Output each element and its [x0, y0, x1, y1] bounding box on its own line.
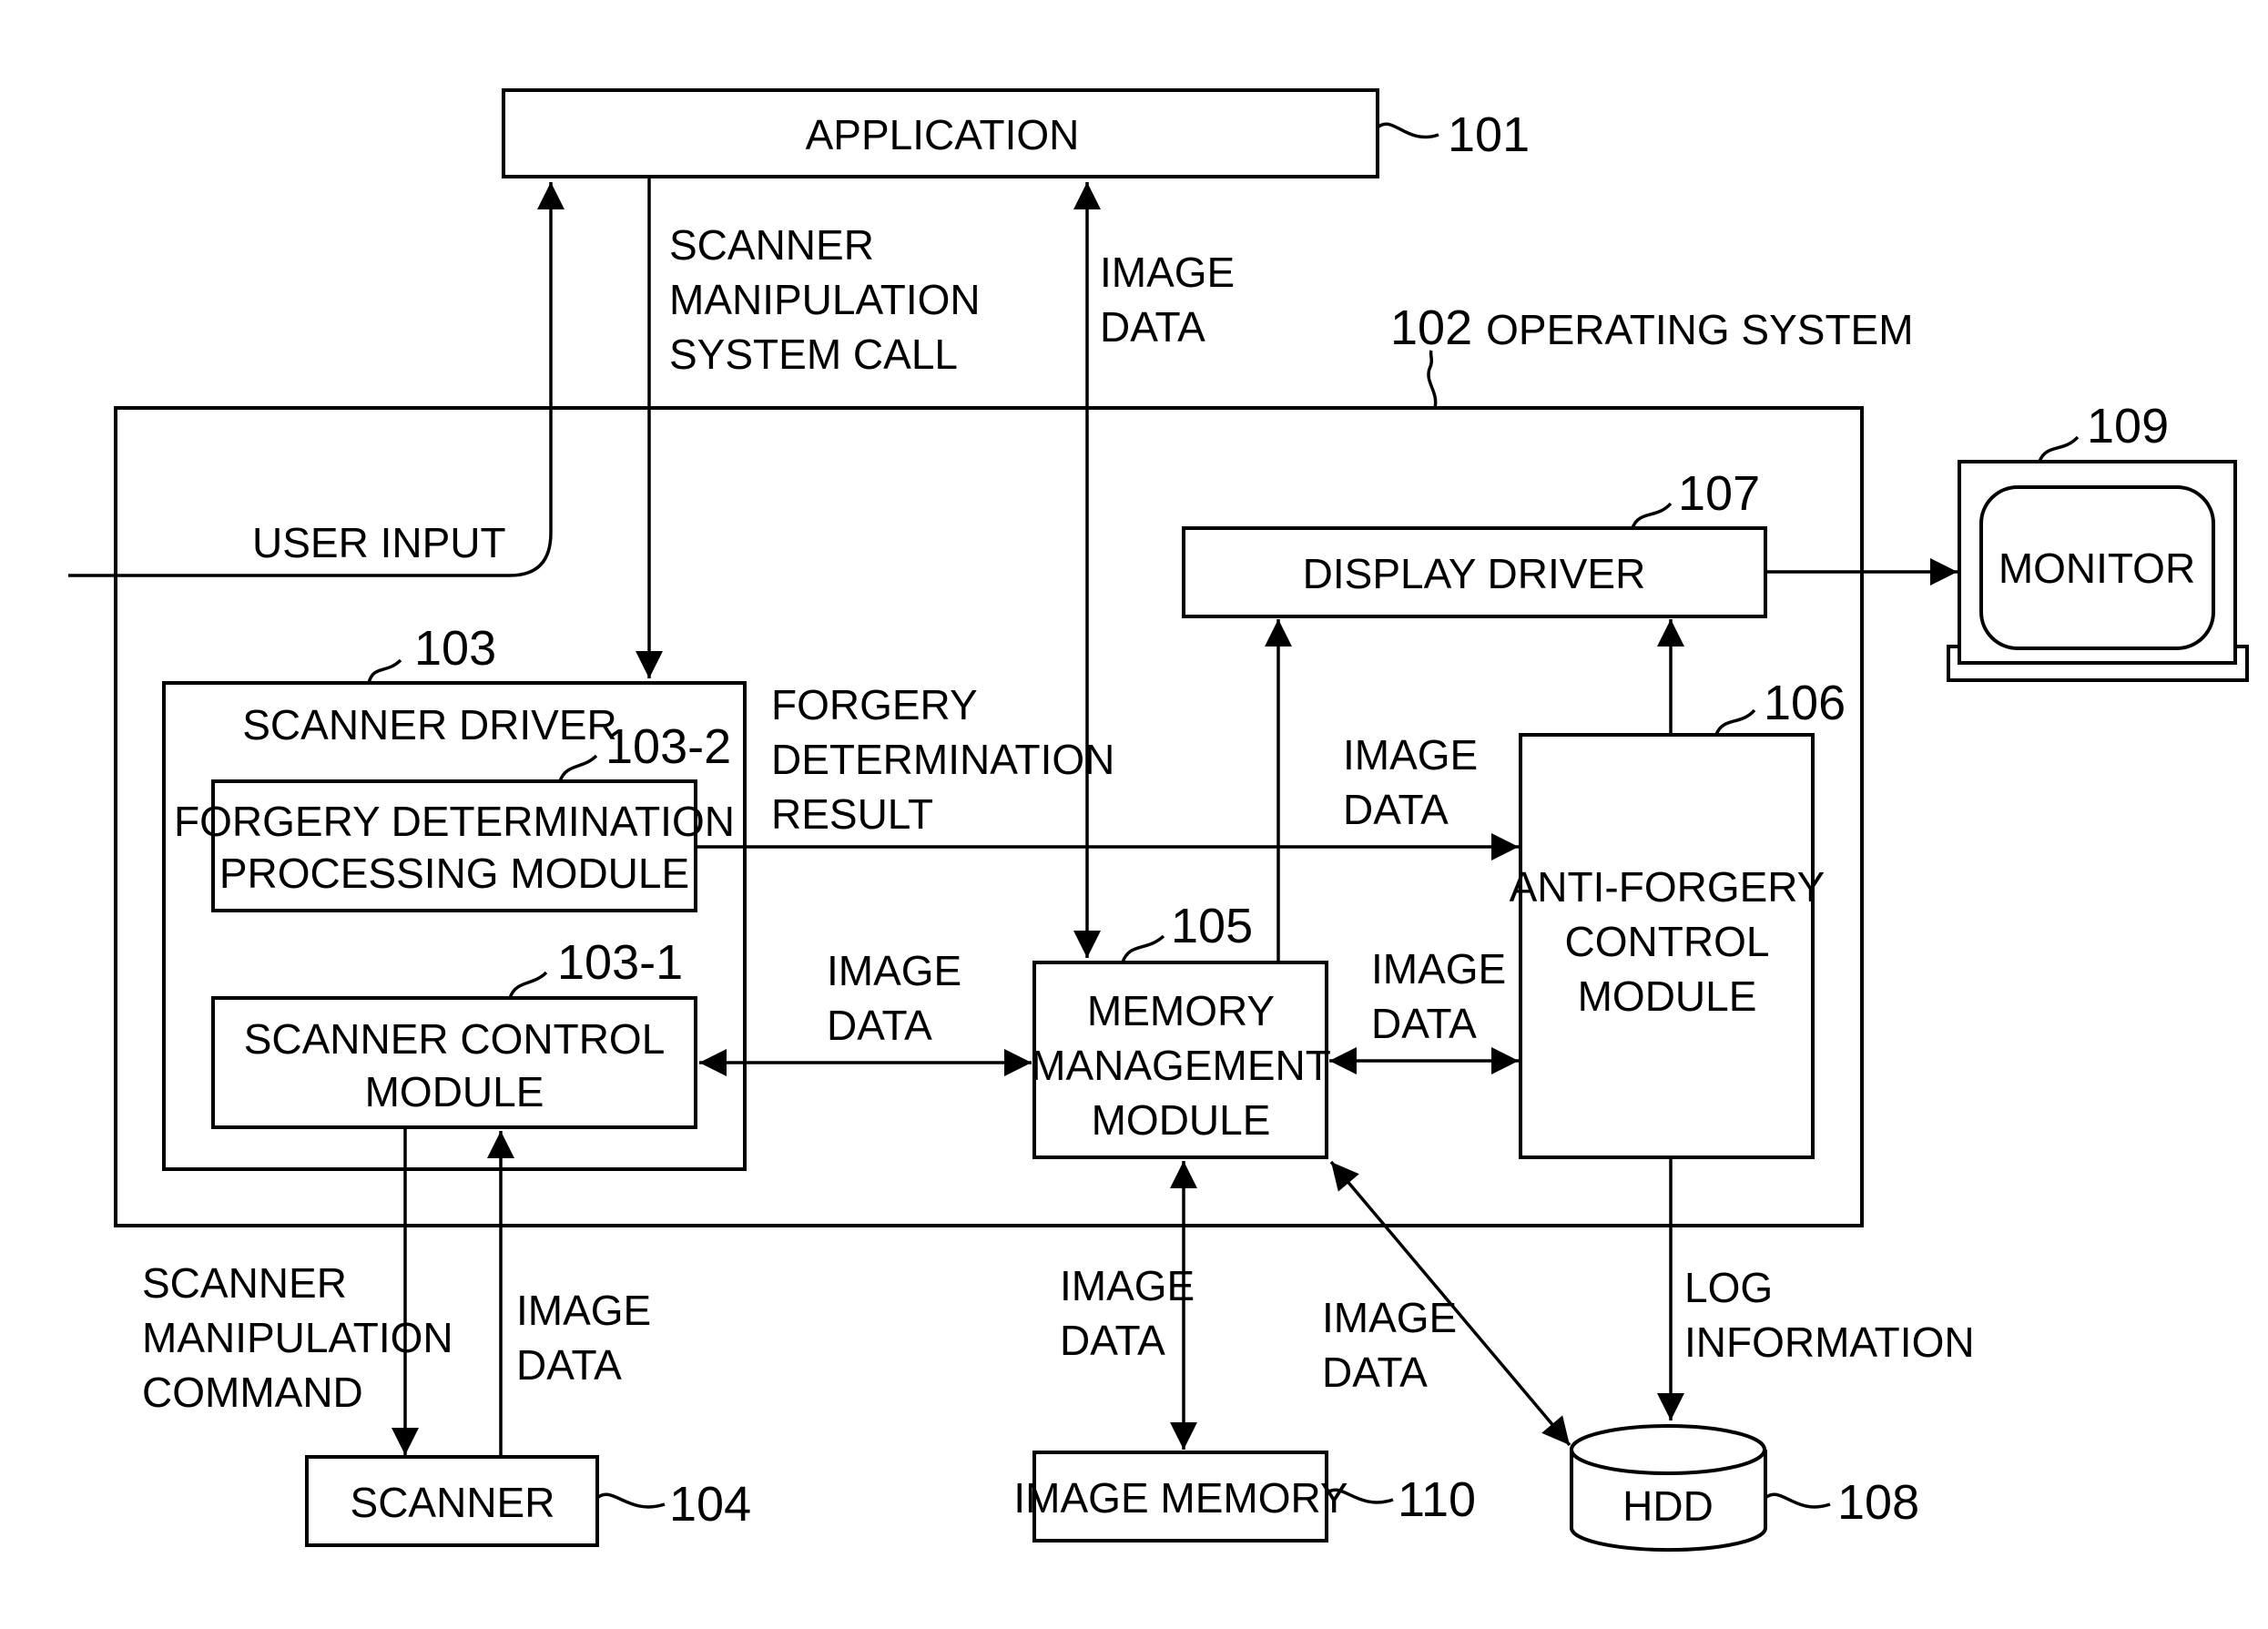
svg-text:SCANNER: SCANNER	[351, 1479, 555, 1526]
image-memory-node: IMAGE MEMORY 110	[1013, 1451, 1476, 1542]
svg-text:107: 107	[1678, 466, 1760, 521]
svg-text:MODULE: MODULE	[365, 1068, 544, 1115]
hdd-node: HDD 108	[1570, 1424, 1919, 1553]
svg-text:HDD: HDD	[1622, 1482, 1714, 1530]
svg-text:104: 104	[669, 1477, 751, 1532]
svg-text:ANTI-FORGERY: ANTI-FORGERY	[1510, 863, 1826, 911]
os-ref-leader	[1427, 350, 1438, 409]
monitor-node: MONITOR 109	[1947, 399, 2249, 682]
svg-text:FORGERY DETERMINATION: FORGERY DETERMINATION	[174, 798, 735, 845]
scanner-command-label: SCANNER MANIPULATION COMMAND	[142, 1259, 464, 1416]
svg-text:108: 108	[1837, 1475, 1919, 1530]
svg-text:MONITOR: MONITOR	[1998, 545, 2195, 592]
svg-text:DISPLAY DRIVER: DISPLAY DRIVER	[1303, 550, 1646, 597]
app-image-data-label: IMAGE DATA	[1100, 249, 1246, 351]
block-diagram: 102 OPERATING SYSTEM APPLICATION 101 USE…	[68, 88, 2249, 1553]
scanner-image-data-label: IMAGE DATA	[516, 1287, 663, 1389]
svg-text:103-2: 103-2	[605, 719, 731, 774]
svg-text:IMAGE MEMORY: IMAGE MEMORY	[1013, 1474, 1348, 1522]
svg-text:101: 101	[1448, 107, 1530, 162]
svg-text:SCANNER DRIVER: SCANNER DRIVER	[242, 701, 617, 748]
log-information-label: LOG INFORMATION	[1684, 1264, 1975, 1366]
svg-text:MODULE: MODULE	[1092, 1096, 1271, 1144]
mm-hdd-image-data-label: IMAGE DATA	[1322, 1294, 1469, 1396]
svg-text:106: 106	[1764, 676, 1846, 730]
anti-forgery-node: ANTI-FORGERY CONTROL MODULE 106	[1510, 676, 1846, 1159]
svg-text:MANAGEMENT: MANAGEMENT	[1031, 1042, 1331, 1089]
svg-text:APPLICATION: APPLICATION	[806, 111, 1080, 158]
scanner-node: SCANNER 104	[305, 1455, 751, 1547]
svg-text:PROCESSING MODULE: PROCESSING MODULE	[219, 850, 689, 897]
svg-text:103-1: 103-1	[557, 935, 683, 990]
svg-text:109: 109	[2087, 399, 2169, 453]
application-node: APPLICATION 101	[502, 88, 1530, 178]
svg-text:CONTROL: CONTROL	[1565, 918, 1770, 965]
svg-text:MEMORY: MEMORY	[1087, 987, 1275, 1034]
svg-text:103: 103	[414, 621, 496, 676]
user-input-label: USER INPUT	[252, 519, 506, 566]
os-label: 102 OPERATING SYSTEM	[1390, 300, 1914, 355]
svg-text:110: 110	[1398, 1472, 1476, 1527]
syscall-label: SCANNER MANIPULATION SYSTEM CALL	[669, 221, 992, 378]
svg-text:MODULE: MODULE	[1578, 972, 1757, 1020]
svg-text:105: 105	[1171, 899, 1253, 953]
svg-text:SCANNER CONTROL: SCANNER CONTROL	[244, 1015, 666, 1063]
